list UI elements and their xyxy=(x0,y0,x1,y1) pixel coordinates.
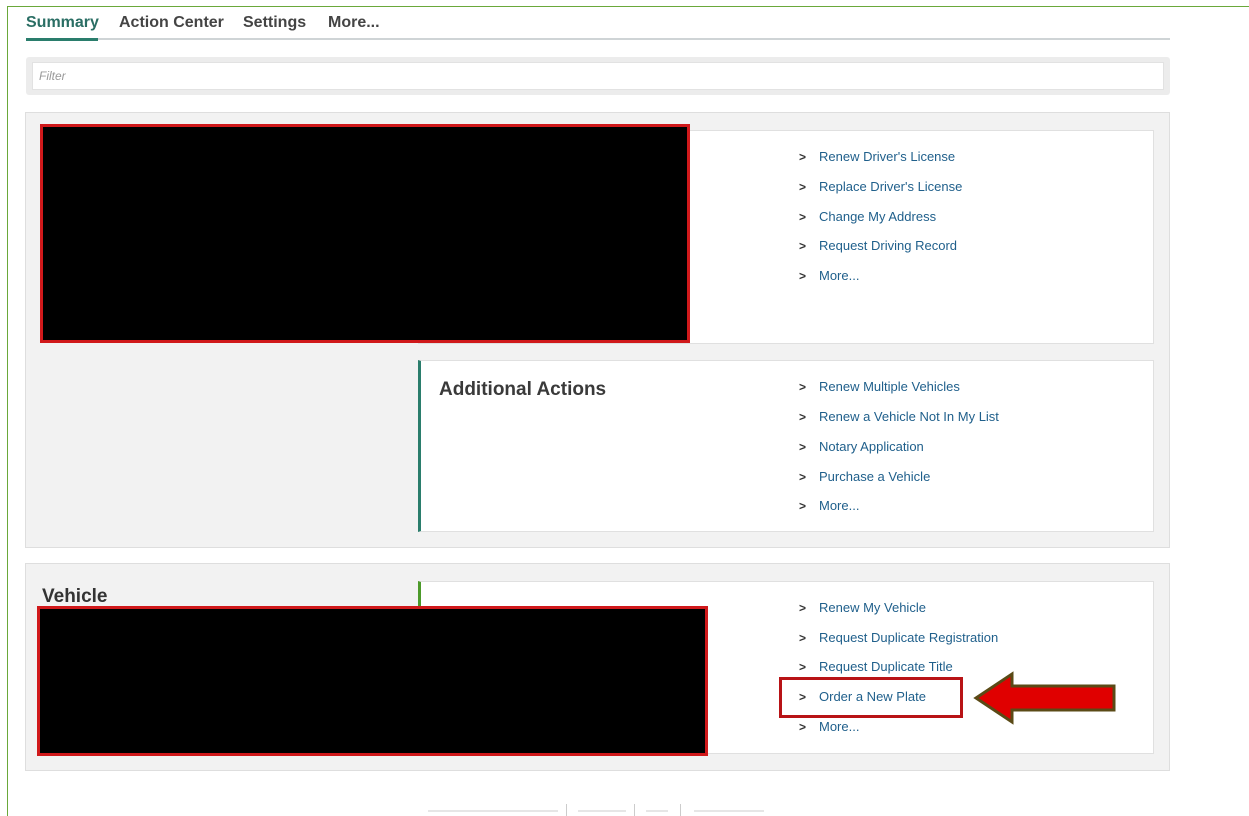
tab-action-center[interactable]: Action Center xyxy=(119,14,224,32)
footer-divider xyxy=(566,804,567,816)
vehicle-section-title: Vehicle xyxy=(42,586,108,607)
action-label: Notary Application xyxy=(819,439,924,454)
footer-fragment xyxy=(694,810,764,812)
chevron-right-icon: > xyxy=(799,210,807,224)
filter-input[interactable] xyxy=(32,62,1164,90)
chevron-right-icon: > xyxy=(799,720,807,734)
action-replace-drivers-license[interactable]: > Replace Driver's License xyxy=(799,179,962,194)
chevron-right-icon: > xyxy=(799,269,807,283)
additional-actions-card: Additional Actions > Renew Multiple Vehic… xyxy=(418,360,1154,532)
action-license-more[interactable]: > More... xyxy=(799,268,859,283)
action-label: Request Duplicate Registration xyxy=(819,630,999,645)
chevron-right-icon: > xyxy=(799,239,807,253)
action-label: Renew a Vehicle Not In My List xyxy=(819,409,999,424)
action-vehicle-more[interactable]: > More... xyxy=(799,719,859,734)
action-renew-vehicle-not-in-list[interactable]: > Renew a Vehicle Not In My List xyxy=(799,409,999,424)
action-request-duplicate-registration[interactable]: > Request Duplicate Registration xyxy=(799,630,998,645)
action-additional-more[interactable]: > More... xyxy=(799,498,859,513)
tab-divider xyxy=(26,38,1170,40)
tab-settings[interactable]: Settings xyxy=(243,14,306,32)
redacted-license-info xyxy=(40,124,690,343)
chevron-right-icon: > xyxy=(799,499,807,513)
footer-fragment xyxy=(428,810,558,812)
tab-active-indicator xyxy=(26,38,98,41)
chevron-right-icon: > xyxy=(799,180,807,194)
chevron-right-icon: > xyxy=(799,410,807,424)
action-purchase-vehicle[interactable]: > Purchase a Vehicle xyxy=(799,469,930,484)
action-label: Renew My Vehicle xyxy=(819,600,926,615)
footer-divider xyxy=(634,804,635,816)
chevron-right-icon: > xyxy=(799,380,807,394)
additional-actions-title: Additional Actions xyxy=(439,379,607,400)
chevron-right-icon: > xyxy=(799,440,807,454)
footer-nav-cropped xyxy=(428,804,768,816)
chevron-right-icon: > xyxy=(799,150,807,164)
action-label: More... xyxy=(819,719,860,734)
filter-bar xyxy=(26,57,1170,95)
action-notary-application[interactable]: > Notary Application xyxy=(799,439,924,454)
footer-divider xyxy=(680,804,681,816)
action-label: Renew Driver's License xyxy=(819,149,956,164)
action-renew-multiple-vehicles[interactable]: > Renew Multiple Vehicles xyxy=(799,379,960,394)
footer-fragment xyxy=(646,810,668,812)
action-change-my-address[interactable]: > Change My Address xyxy=(799,209,936,224)
tab-summary[interactable]: Summary xyxy=(26,14,99,32)
arrow-left-icon xyxy=(973,671,1116,725)
action-renew-my-vehicle[interactable]: > Renew My Vehicle xyxy=(799,600,926,615)
action-renew-drivers-license[interactable]: > Renew Driver's License xyxy=(799,149,955,164)
footer-fragment xyxy=(578,810,626,812)
chevron-right-icon: > xyxy=(799,470,807,484)
action-request-duplicate-title[interactable]: > Request Duplicate Title xyxy=(799,659,953,674)
action-label: Change My Address xyxy=(819,209,937,224)
action-label: Renew Multiple Vehicles xyxy=(819,379,960,394)
chevron-right-icon: > xyxy=(799,601,807,615)
chevron-right-icon: > xyxy=(799,660,807,674)
action-label: More... xyxy=(819,498,860,513)
redacted-vehicle-info xyxy=(37,606,708,756)
action-label: Request Driving Record xyxy=(819,238,958,253)
action-label: Purchase a Vehicle xyxy=(819,469,931,484)
tab-more[interactable]: More... xyxy=(328,14,380,32)
action-request-driving-record[interactable]: > Request Driving Record xyxy=(799,238,957,253)
order-plate-highlight xyxy=(779,677,963,718)
action-label: Request Duplicate Title xyxy=(819,659,953,674)
action-label: Replace Driver's License xyxy=(819,179,963,194)
chevron-right-icon: > xyxy=(799,631,807,645)
action-label: More... xyxy=(819,268,860,283)
